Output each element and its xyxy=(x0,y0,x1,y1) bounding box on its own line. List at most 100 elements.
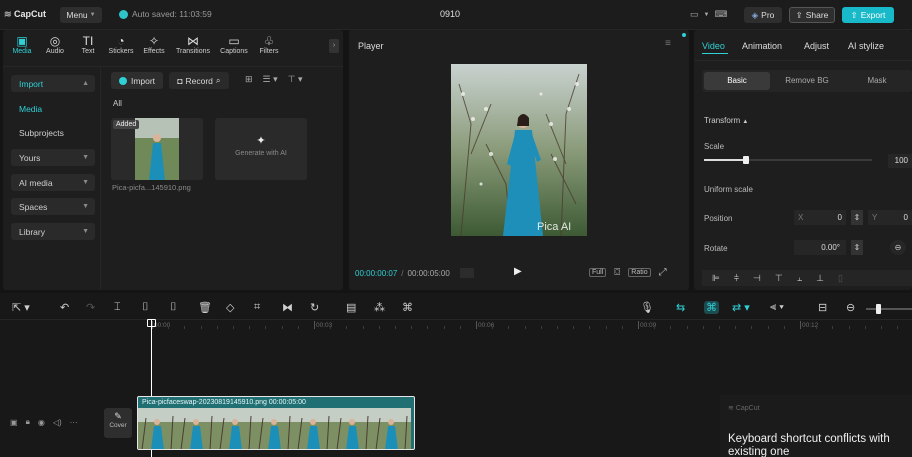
filter-all[interactable]: All xyxy=(113,99,122,108)
ratio-button[interactable]: Ratio xyxy=(628,268,651,277)
shortcut-icon[interactable]: ⌨ xyxy=(714,9,727,20)
player-controls: Full ⌼ Ratio ⤢ xyxy=(589,267,667,278)
sidebar-item-ai-media[interactable]: AI media ▼ xyxy=(11,174,95,191)
sort-icon[interactable]: ☰ ▾ xyxy=(263,74,278,85)
tool-media[interactable]: ▣ Media xyxy=(7,34,37,55)
align-middle-icon[interactable]: ⫠ xyxy=(797,273,802,284)
caption-icon[interactable]: ⊟ xyxy=(818,301,827,314)
subtab-basic[interactable]: Basic xyxy=(704,72,770,90)
align-left-icon[interactable]: ⊫ xyxy=(712,273,720,284)
chevron-right-icon[interactable]: › xyxy=(329,39,339,53)
track-square-icon[interactable]: ▣ xyxy=(10,418,18,427)
tab-ai-stylize[interactable]: AI stylize xyxy=(848,41,908,51)
share-button[interactable]: ⇪ Share xyxy=(789,7,835,23)
lock-icon[interactable]: 🔒︎ xyxy=(26,417,30,427)
auto-cut-icon[interactable]: ⌘ xyxy=(402,301,413,314)
distribute-icon[interactable]: ▯ xyxy=(838,273,843,284)
fullscreen-icon[interactable]: ⤢ xyxy=(659,267,667,278)
sidebar-item-library[interactable]: Library ▼ xyxy=(11,223,95,240)
split-icon[interactable]: ⌶ xyxy=(114,301,121,314)
ruler-minor-tick xyxy=(249,326,251,329)
sidebar-item-spaces[interactable]: Spaces ▼ xyxy=(11,198,95,215)
align-bottom-icon[interactable]: ⊥ xyxy=(816,273,824,284)
link-main-track-icon[interactable]: ⇆ xyxy=(676,301,685,314)
pro-button[interactable]: ◈ Pro xyxy=(744,7,782,23)
rotate-icon[interactable]: ↻ xyxy=(310,301,319,314)
align-right-icon[interactable]: ⊣ xyxy=(753,273,761,284)
select-tool-icon[interactable]: ⇱ ▾ xyxy=(12,301,30,314)
zoom-out-icon[interactable]: ⊖ xyxy=(846,301,855,314)
redo-icon[interactable]: ↷ xyxy=(86,301,95,314)
grid-icon[interactable]: ⊞ xyxy=(245,74,253,85)
magic-icon[interactable]: ⁂ xyxy=(374,301,385,314)
rotate-input[interactable]: 0.00° xyxy=(794,240,846,255)
scale-slider[interactable] xyxy=(704,156,872,164)
import-button[interactable]: Import xyxy=(111,72,163,89)
tool-captions[interactable]: ▭ Captions xyxy=(217,34,251,55)
position-y-input[interactable]: Y0 xyxy=(868,210,912,225)
record-button[interactable]: ◘ Record ⌕ xyxy=(169,72,229,89)
transform-heading[interactable]: Transform ▲ xyxy=(704,116,748,125)
tool-stickers[interactable]: ◔ Stickers xyxy=(106,34,136,55)
zoom-slider[interactable] xyxy=(866,304,912,314)
align-top-icon[interactable]: ⊤ xyxy=(775,273,783,284)
tool-text[interactable]: TI Text xyxy=(73,34,103,55)
sidebar-item-subprojects[interactable]: Subprojects xyxy=(11,124,95,141)
playhead-handle[interactable] xyxy=(147,319,156,327)
filter-icon[interactable]: ⊤ ▾ xyxy=(288,74,303,85)
audio-mute-icon[interactable]: ◁) xyxy=(53,418,62,427)
ruler-minor-tick xyxy=(459,326,461,329)
position-x-input[interactable]: X0 xyxy=(794,210,846,225)
zoom-slider-knob[interactable] xyxy=(876,304,881,314)
menu-button[interactable]: Menu ▼ xyxy=(60,7,102,23)
generate-ai-card[interactable]: ✦ Generate with AI xyxy=(215,118,307,180)
preview-axis-icon[interactable]: ⫷ ▾ xyxy=(770,301,784,314)
crop-icon[interactable]: ⌗ xyxy=(254,301,260,314)
tab-animation[interactable]: Animation xyxy=(742,41,804,51)
properties-panel: Video Animation Adjust AI stylize Basic Remo… xyxy=(694,30,912,290)
focus-icon[interactable]: ⌼ xyxy=(614,267,620,278)
undo-icon[interactable]: ↶ xyxy=(60,301,69,314)
freeze-icon[interactable]: ▤ xyxy=(346,301,356,314)
eye-icon[interactable]: ◉ xyxy=(38,418,45,427)
tab-video[interactable]: Video xyxy=(702,41,742,51)
check-circle-icon xyxy=(119,9,128,19)
microphone-icon[interactable]: 🎙︎ xyxy=(640,301,654,314)
tool-audio[interactable]: ◎ Audio xyxy=(40,34,70,55)
scale-slider-knob[interactable] xyxy=(743,156,749,164)
stepper-icon[interactable]: ⇕ xyxy=(851,240,863,255)
scale-value-input[interactable]: 100 xyxy=(888,154,912,168)
tool-filters[interactable]: ♧ Filters xyxy=(254,34,284,55)
rotate-dial-icon[interactable]: ⊖ xyxy=(890,240,906,255)
subtab-mask[interactable]: Mask xyxy=(844,72,910,90)
marker-icon[interactable]: ◇ xyxy=(226,301,234,314)
magnet-icon[interactable]: ⌘ xyxy=(704,301,719,314)
sparkle-icon: ✦ xyxy=(256,135,266,147)
full-quality-button[interactable]: Full xyxy=(589,268,607,277)
delete-icon[interactable]: 🗑︎ xyxy=(198,301,212,314)
linkage-icon[interactable]: ⇄ ▾ xyxy=(732,301,750,314)
ruler-minor-tick xyxy=(573,326,575,329)
split-left-icon[interactable]: ⌷ xyxy=(142,301,149,314)
tab-adjust[interactable]: Adjust xyxy=(804,41,848,51)
mirror-icon[interactable]: ⧓ xyxy=(282,301,293,314)
sidebar-item-media[interactable]: Media xyxy=(11,100,95,117)
video-clip[interactable]: Pica-picfaceswap-20230819145910.png 00:0… xyxy=(137,396,415,450)
play-icon[interactable]: ▶ xyxy=(514,266,522,277)
tool-transitions[interactable]: ⋈ Transitions xyxy=(172,34,214,55)
media-thumbnail[interactable]: Added xyxy=(111,118,203,180)
cover-button[interactable]: ✎ Cover xyxy=(104,408,132,438)
sidebar-item-import[interactable]: Import ▲ xyxy=(11,75,95,92)
subtab-remove-bg[interactable]: Remove BG xyxy=(774,72,840,90)
layout-icon[interactable]: ▭ xyxy=(690,9,699,20)
more-icon[interactable]: ··· xyxy=(70,418,78,427)
hamburger-icon[interactable]: ≡ xyxy=(665,38,671,49)
chevron-down-icon[interactable]: ▼ xyxy=(704,12,710,18)
export-button[interactable]: ⇧ Export xyxy=(842,7,894,23)
align-center-h-icon[interactable]: ⫩ xyxy=(734,273,739,284)
sidebar-item-yours[interactable]: Yours ▼ xyxy=(11,149,95,166)
split-right-icon[interactable]: ⌷ xyxy=(170,301,177,314)
stepper-icon[interactable]: ⇕ xyxy=(851,210,863,225)
timecode-toggle[interactable] xyxy=(459,268,474,278)
tool-effects[interactable]: ✧ Effects xyxy=(139,34,169,55)
